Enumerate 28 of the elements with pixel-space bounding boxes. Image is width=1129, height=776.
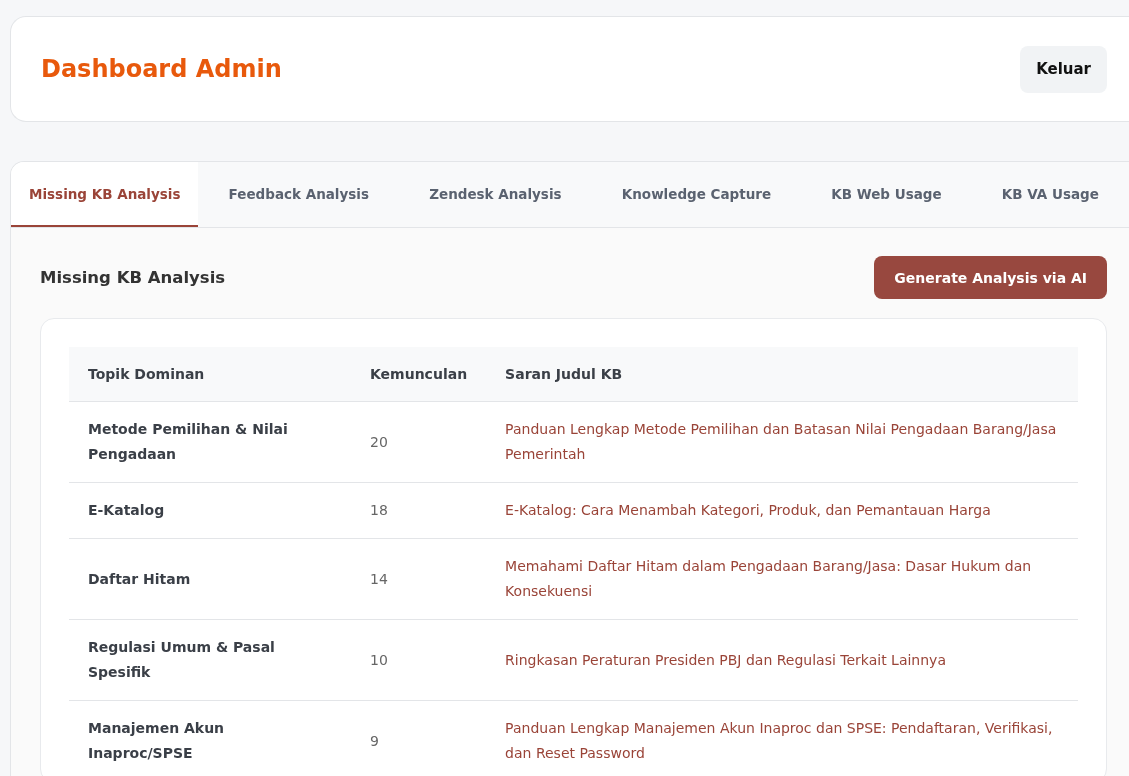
table-cell: Ringkasan Peraturan Presiden PBJ dan Regulasi Terkait Lainnya [486,619,1078,701]
table-cell: 9 [351,700,487,776]
logout-button[interactable]: Keluar [1020,45,1107,93]
table-cell: Panduan Lengkap Manajemen Akun Inaproc dan SPSE: Pendaftaran, Verifikasi, dan Reset Password [486,700,1078,776]
table-cell: Regulasi Umum & Pasal Spesifik [69,619,351,701]
table-cell: E-Katalog: Cara Menambah Kategori, Produk, dan Pemantauan Harga [486,482,1078,539]
tab[interactable]: Feedback Analysis [198,162,400,227]
table-cell: Manajemen Akun Inaproc/SPSE [69,700,351,776]
table-cell: 14 [351,538,487,620]
tab[interactable]: Zendesk Analysis [399,162,592,227]
column-header: Saran Judul KB [486,347,1078,402]
table-cell: 20 [351,401,487,483]
table-cell: Memahami Daftar Hitam dalam Pengadaan Barang/Jasa: Dasar Hukum dan Konsekuensi [486,538,1078,620]
column-header: Kemunculan [351,347,487,402]
tab[interactable]: KB VA Usage [971,162,1129,227]
generate-button[interactable]: Generate Analysis via AI [874,256,1107,299]
tab[interactable]: KB Web Usage [801,162,972,227]
table-cell: Metode Pemilihan & Nilai Pengadaan [69,401,351,483]
tab[interactable]: Missing KB Analysis [11,162,199,227]
tab[interactable]: Knowledge Capture [591,162,802,227]
page-title: Dashboard Admin [41,55,282,83]
table-cell: 10 [351,619,487,701]
table-cell: E-Katalog [69,482,351,539]
column-header: Topik Dominan [69,347,351,402]
table-cell: Panduan Lengkap Metode Pemilihan dan Batasan Nilai Pengadaan Barang/Jasa Pemerintah [486,401,1078,483]
section-title: Missing KB Analysis [40,268,226,287]
table-cell: 18 [351,482,487,539]
table-cell: Daftar Hitam [69,538,351,620]
